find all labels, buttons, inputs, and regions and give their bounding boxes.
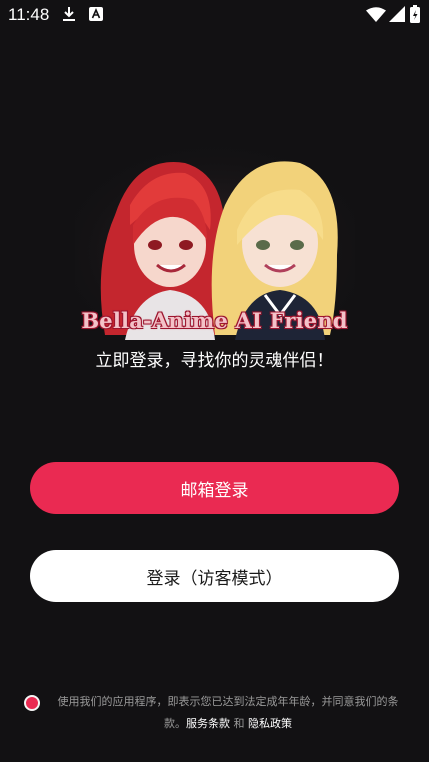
status-bar: 11:48 [0,0,429,30]
guest-login-button[interactable]: 登录（访客模式） [30,550,399,602]
signal-icon [389,6,405,22]
checkbox-icon[interactable] [24,695,40,711]
tagline: 立即登录，寻找你的灵魂伴侣！ [95,351,334,371]
consent-text: 使用我们的应用程序，即表示您已达到法定成年年龄，并同意我们的条款。服务条款 和 … [48,691,408,735]
battery-icon [410,5,420,23]
app-name-logo: Bella-Anime AI Friend [81,308,348,333]
login-screen: 11:48 Bella-Anime AI Friend 立即登录，寻找你的灵魂伴… [0,0,429,762]
wifi-icon [366,7,386,22]
terms-link[interactable]: 服务条款 [186,717,230,730]
email-login-button[interactable]: 邮箱登录 [30,462,399,514]
status-time: 11:48 [8,5,50,24]
a-notification-icon [89,7,103,21]
consent-and: 和 [230,717,248,730]
privacy-link[interactable]: 隐私政策 [248,717,292,730]
download-icon [63,7,75,21]
